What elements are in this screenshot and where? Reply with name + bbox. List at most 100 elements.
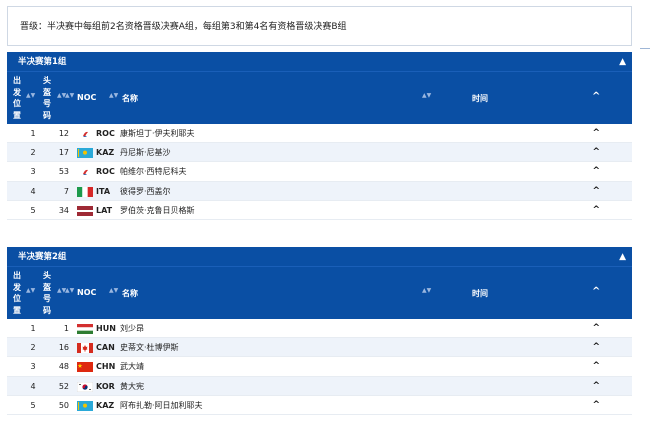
header-char: 出 bbox=[13, 271, 21, 280]
noc-code: LAT bbox=[96, 205, 113, 215]
athlete-name[interactable]: 康斯坦丁·伊夫利耶夫 bbox=[120, 124, 195, 143]
athlete-name[interactable]: 丹尼斯·尼基沙 bbox=[120, 143, 171, 162]
qualification-notice: 晋级：半决赛中每组前2名资格晋级决赛A组，每组第3和第4名有资格晋级决赛B组 bbox=[7, 6, 632, 46]
start-position: 2 bbox=[30, 148, 36, 158]
sort-icon[interactable]: ▲▼ bbox=[26, 287, 35, 294]
table-row[interactable]: 4 7 ITA 彼得罗·西盖尔 ^ bbox=[7, 181, 632, 201]
column-header-row: 出发位置 ▲▼ 头盔号码 ▲▼ ▲▼ NOC ▲▼ 名称 ▲▼ 时间 ^ bbox=[7, 72, 632, 124]
athlete-name[interactable]: 黄大宪 bbox=[120, 377, 144, 396]
header-char: 位 bbox=[13, 294, 21, 303]
helmet-number: 12 bbox=[58, 129, 69, 138]
helmet-number: 16 bbox=[58, 343, 69, 353]
sort-icon[interactable]: ▲▼ bbox=[109, 287, 118, 294]
column-header-bib[interactable]: 头盔号码 bbox=[40, 270, 54, 316]
expand-row-icon[interactable]: ^ bbox=[592, 396, 600, 415]
column-header-row: 出发位置 ▲▼ 头盔号码 ▲▼ ▲▼ NOC ▲▼ 名称 ▲▼ 时间 ^ bbox=[7, 267, 632, 319]
expand-row-icon[interactable]: ^ bbox=[592, 182, 600, 201]
noc-code: HUN bbox=[96, 324, 116, 333]
flag-can-icon bbox=[77, 343, 93, 354]
start-position: 1 bbox=[30, 324, 36, 333]
start-position: 5 bbox=[30, 400, 36, 410]
sort-icon[interactable]: ▲▼ bbox=[109, 92, 118, 99]
expand-all-icon[interactable]: ^ bbox=[592, 286, 600, 297]
noc-code: ROC bbox=[96, 167, 115, 177]
expand-row-icon[interactable]: ^ bbox=[592, 143, 600, 162]
start-position: 3 bbox=[30, 362, 36, 372]
table-row[interactable]: 2 17 KAZ 丹尼斯·尼基沙 ^ bbox=[7, 143, 632, 163]
header-char: 置 bbox=[13, 110, 21, 120]
column-header-time[interactable]: 时间 bbox=[472, 288, 488, 299]
column-header-bib[interactable]: 头盔号码 bbox=[40, 75, 54, 121]
header-char: 发 bbox=[13, 87, 21, 97]
table-row[interactable]: 5 50 KAZ 阿布扎勒·阿日加利耶夫 ^ bbox=[7, 396, 632, 415]
athlete-name[interactable]: 帕维尔·西特尼科夫 bbox=[120, 162, 187, 181]
column-header-time[interactable]: 时间 bbox=[472, 93, 488, 104]
header-char: 置 bbox=[13, 305, 21, 315]
table-row[interactable]: 3 53 ROC 帕维尔·西特尼科夫 ^ bbox=[7, 162, 632, 182]
expand-row-icon[interactable]: ^ bbox=[592, 377, 600, 396]
noc-code: ROC bbox=[96, 129, 115, 138]
expand-row-icon[interactable]: ^ bbox=[592, 162, 600, 181]
flag-ita-icon bbox=[77, 186, 93, 197]
side-divider bbox=[640, 48, 650, 49]
athlete-name[interactable]: 彼得罗·西盖尔 bbox=[120, 182, 171, 201]
noc-code: CHN bbox=[96, 362, 116, 372]
helmet-number: 50 bbox=[58, 400, 69, 410]
header-char: 码 bbox=[43, 110, 51, 120]
table-row[interactable]: 3 48 CHN 武大靖 ^ bbox=[7, 357, 632, 377]
helmet-number: 48 bbox=[58, 362, 69, 372]
group-header[interactable]: 半决赛第1组 ▲ bbox=[7, 52, 632, 72]
collapse-caret-icon[interactable]: ▲ bbox=[619, 52, 626, 72]
sort-icon[interactable]: ▲▼ bbox=[65, 92, 74, 99]
helmet-number: 53 bbox=[58, 167, 69, 177]
athlete-name[interactable]: 史蒂文·杜博伊斯 bbox=[120, 338, 179, 357]
helmet-number: 52 bbox=[58, 381, 69, 391]
table-row[interactable]: 1 1 HUN 刘少昂 ^ bbox=[7, 319, 632, 339]
header-char: 头 bbox=[43, 271, 51, 280]
noc-code: KAZ bbox=[96, 148, 115, 158]
header-char: 盔 bbox=[43, 87, 51, 97]
header-char: 头 bbox=[43, 76, 51, 85]
expand-row-icon[interactable]: ^ bbox=[592, 201, 600, 220]
expand-row-icon[interactable]: ^ bbox=[592, 338, 600, 357]
expand-all-icon[interactable]: ^ bbox=[592, 91, 600, 102]
helmet-number: 7 bbox=[63, 186, 69, 196]
header-char: 盔 bbox=[43, 282, 51, 292]
expand-row-icon[interactable]: ^ bbox=[592, 357, 600, 376]
expand-row-icon[interactable]: ^ bbox=[592, 319, 600, 338]
flag-kor-icon bbox=[77, 381, 93, 392]
semifinal-group-2: 半决赛第2组 ▲ 出发位置 ▲▼ 头盔号码 ▲▼ ▲▼ NOC ▲▼ 名称 ▲▼ 时间 ^ 1 1 HUN 刘少… bbox=[7, 247, 632, 415]
sort-icon[interactable]: ▲▼ bbox=[65, 287, 74, 294]
start-position: 3 bbox=[30, 167, 36, 177]
header-char: 号 bbox=[43, 99, 51, 108]
start-position: 5 bbox=[30, 205, 36, 215]
sort-icon[interactable]: ▲▼ bbox=[422, 92, 431, 99]
collapse-caret-icon[interactable]: ▲ bbox=[619, 247, 626, 267]
column-header-noc[interactable]: NOC bbox=[77, 288, 96, 297]
table-row[interactable]: 4 52 KOR 黄大宪 ^ bbox=[7, 376, 632, 396]
noc-code: ITA bbox=[96, 186, 111, 196]
sort-icon[interactable]: ▲▼ bbox=[26, 92, 35, 99]
athlete-name[interactable]: 阿布扎勒·阿日加利耶夫 bbox=[120, 396, 203, 415]
flag-roc-icon bbox=[77, 167, 93, 178]
athlete-name[interactable]: 武大靖 bbox=[120, 357, 144, 376]
column-header-noc[interactable]: NOC bbox=[77, 93, 96, 102]
table-row[interactable]: 2 16 CAN 史蒂文·杜博伊斯 ^ bbox=[7, 338, 632, 358]
helmet-number: 34 bbox=[58, 205, 69, 215]
group-header[interactable]: 半决赛第2组 ▲ bbox=[7, 247, 632, 267]
column-header-position[interactable]: 出发位置 bbox=[10, 75, 24, 121]
column-header-name[interactable]: 名称 bbox=[122, 288, 138, 299]
start-position: 4 bbox=[30, 186, 36, 196]
athlete-name[interactable]: 罗伯茨·克鲁日贝格斯 bbox=[120, 201, 195, 220]
athlete-name[interactable]: 刘少昂 bbox=[120, 319, 144, 338]
sort-icon[interactable]: ▲▼ bbox=[422, 287, 431, 294]
expand-row-icon[interactable]: ^ bbox=[592, 124, 600, 143]
column-header-position[interactable]: 出发位置 bbox=[10, 270, 24, 316]
table-row[interactable]: 5 34 LAT 罗伯茨·克鲁日贝格斯 ^ bbox=[7, 201, 632, 220]
column-header-name[interactable]: 名称 bbox=[122, 93, 138, 104]
group-title: 半决赛第2组 bbox=[18, 252, 67, 262]
header-char: 位 bbox=[13, 99, 21, 108]
flag-roc-icon bbox=[77, 129, 93, 139]
flag-hun-icon bbox=[77, 324, 93, 334]
table-row[interactable]: 1 12 ROC 康斯坦丁·伊夫利耶夫 ^ bbox=[7, 124, 632, 144]
